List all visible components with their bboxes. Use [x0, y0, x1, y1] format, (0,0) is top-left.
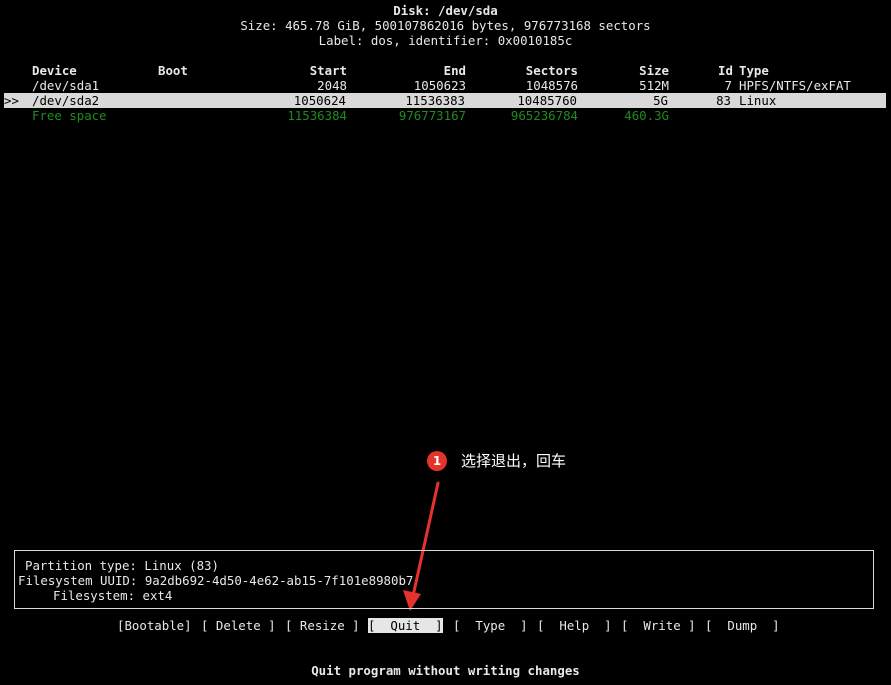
- partition-type-line: Partition type: Linux (83): [25, 558, 219, 573]
- resize-button[interactable]: [ Resize ]: [285, 618, 360, 633]
- filesystem-uuid-line: Filesystem UUID: 9a2db692-4d50-4e62-ab15…: [18, 573, 414, 588]
- filesystem-line: Filesystem: ext4: [53, 588, 173, 603]
- bootable-button[interactable]: [Bootable]: [117, 618, 192, 633]
- dump-button[interactable]: [ Dump ]: [705, 618, 780, 633]
- quit-button[interactable]: [ Quit ]: [368, 618, 443, 633]
- help-button[interactable]: [ Help ]: [537, 618, 612, 633]
- write-button[interactable]: [ Write ]: [621, 618, 696, 633]
- type-button[interactable]: [ Type ]: [453, 618, 528, 633]
- delete-button[interactable]: [ Delete ]: [201, 618, 276, 633]
- status-message: Quit program without writing changes: [311, 663, 580, 678]
